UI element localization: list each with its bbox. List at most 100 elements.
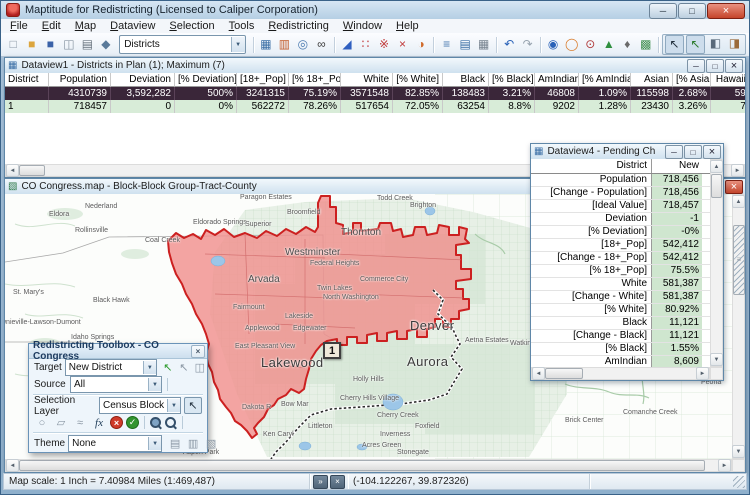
select-region-icon[interactable]: ⊙ (582, 36, 599, 53)
column-header[interactable]: [% AmIndian] (579, 73, 631, 87)
dataview4-close-button[interactable] (703, 145, 721, 159)
theme-combo[interactable]: None (68, 435, 162, 452)
table-row[interactable]: AmIndian8,609 (531, 356, 710, 367)
pointer-tool-icon[interactable]: ↖ (665, 35, 684, 54)
pie-theme-icon[interactable]: ◑ (413, 36, 430, 53)
apply-icon[interactable]: ✓ (126, 416, 139, 429)
column-header[interactable]: Asian (631, 73, 673, 87)
column-header[interactable]: Hawaiian (711, 73, 745, 87)
pin-icon[interactable]: ♦ (619, 36, 636, 53)
polyline-select-icon[interactable]: ≈ (72, 415, 88, 430)
column-header[interactable]: [% White] (393, 73, 443, 87)
theme-map-icon[interactable]: ▧ (203, 436, 219, 451)
menu-item-map[interactable]: Map (68, 19, 103, 33)
column-header[interactable]: Deviation (111, 73, 175, 87)
layers-icon[interactable]: ≡ (438, 36, 455, 53)
selection-layer-combo[interactable]: Census Block (99, 397, 181, 414)
pointer-button[interactable]: ↖ (184, 397, 202, 414)
pointer-icon[interactable]: ↖ (185, 398, 201, 413)
remove-area-icon[interactable]: ◨ (726, 35, 743, 52)
dataview4-minimize-button[interactable] (665, 145, 683, 159)
dataview1-titlebar[interactable]: Dataview1 - Districts in Plan (1); Maxim… (5, 58, 745, 74)
map-vscrollbar[interactable]: ▲ ▼ (732, 194, 745, 459)
dataview4-hscrollbar[interactable]: ◄ ► (531, 367, 710, 380)
print-icon[interactable]: ▤ (79, 36, 96, 53)
add-area-icon[interactable]: ◧ (707, 35, 724, 52)
column-header[interactable]: Population (49, 73, 111, 87)
dataview1-close-button[interactable] (725, 59, 743, 73)
undo-icon[interactable]: ↶ (501, 36, 518, 53)
column-header[interactable]: [% Deviation] (175, 73, 237, 87)
dataview1-minimize-button[interactable] (687, 59, 705, 73)
toolbox-close-button[interactable] (191, 345, 205, 358)
redo-icon[interactable]: ↷ (519, 36, 536, 53)
column-header[interactable]: White (341, 73, 393, 87)
expand-icon[interactable]: » (313, 475, 328, 489)
plan-combo[interactable]: Districts (119, 35, 245, 54)
symbol-theme-icon[interactable]: ※ (376, 36, 393, 53)
dataview4-maximize-button[interactable] (684, 145, 702, 159)
column-header[interactable]: District (5, 73, 49, 87)
dataview4-vscrollbar[interactable]: ▲ ▼ (710, 159, 723, 367)
menu-item-dataview[interactable]: Dataview (103, 19, 162, 33)
map-hscrollbar[interactable]: ◄ ► (5, 459, 732, 472)
info-icon[interactable]: ◉ (545, 36, 562, 53)
settings-icon[interactable]: ◆ (98, 36, 115, 53)
menu-item-help[interactable]: Help (389, 19, 426, 33)
menu-item-file[interactable]: File (3, 19, 35, 33)
theme-save-icon[interactable]: ▥ (185, 436, 201, 451)
dataview1-header-row[interactable]: DistrictPopulationDeviation[% Deviation]… (5, 73, 745, 87)
scaled-symbol-icon[interactable]: × (394, 36, 411, 53)
open-folder-icon[interactable]: ■ (24, 36, 41, 53)
link-icon[interactable]: ◎ (295, 36, 312, 53)
export-icon[interactable]: ◫ (61, 36, 78, 53)
table-row[interactable]: [Change - 18+_Pop]542,412 (531, 252, 710, 265)
menu-item-tools[interactable]: Tools (222, 19, 262, 33)
menu-item-edit[interactable]: Edit (35, 19, 68, 33)
app-titlebar[interactable]: Maptitude for Redistricting (Licensed to… (0, 0, 750, 20)
map-close-button[interactable] (725, 180, 743, 194)
close-icon[interactable]: × (330, 475, 345, 489)
formula-icon[interactable]: fx (91, 415, 107, 430)
form-icon[interactable]: ▤ (457, 36, 474, 53)
close-button[interactable] (707, 3, 745, 19)
column-header[interactable]: AmIndian (535, 73, 579, 87)
table-row[interactable]: [% 18+_Pop]75.5% (531, 265, 710, 278)
source-combo[interactable]: All (70, 376, 162, 393)
table-row[interactable]: Deviation-1 (531, 213, 710, 226)
dot-density-icon[interactable]: ∷ (357, 36, 374, 53)
table-row[interactable]: [Change - Population]718,456 (531, 187, 710, 200)
column-header[interactable]: [% 18+_Pop] (289, 73, 341, 87)
table-row[interactable]: [% Deviation]-0% (531, 226, 710, 239)
table-row[interactable]: 43107393,592,282500%324131575.19%3571548… (5, 87, 745, 100)
table-row[interactable]: Black11,121 (531, 317, 710, 330)
set-target-icon[interactable]: ↖ (160, 360, 176, 375)
target-list-icon[interactable]: ◫ (192, 360, 208, 375)
polygon-select-icon[interactable]: ▱ (53, 415, 69, 430)
save-icon[interactable]: ■ (42, 36, 59, 53)
select-zoom-icon[interactable] (150, 417, 162, 429)
menu-item-redistricting[interactable]: Redistricting (261, 19, 336, 33)
column-header[interactable]: [% Black] (489, 73, 535, 87)
select-circle-icon[interactable]: ◯ (563, 36, 580, 53)
column-header[interactable]: [% Asian] (673, 73, 711, 87)
column-header[interactable]: Black (443, 73, 489, 87)
column-header[interactable]: [18+_Pop] (237, 73, 289, 87)
ellipse-select-icon[interactable]: ○ (34, 415, 50, 430)
dataview-icon[interactable]: ▦ (258, 36, 275, 53)
table-row[interactable]: White581,387 (531, 278, 710, 291)
dataview4-titlebar[interactable]: Dataview4 - Pending Ch... (531, 144, 723, 160)
table-row[interactable]: [Change - Black]11,121 (531, 330, 710, 343)
theme-list-icon[interactable]: ▤ (167, 436, 183, 451)
menu-item-window[interactable]: Window (336, 19, 389, 33)
select-pointer-icon[interactable]: ↖ (686, 35, 705, 54)
table-row[interactable]: 171845700%56227278.26%51765472.05%632548… (5, 100, 745, 113)
print-map-icon[interactable]: ▦ (475, 36, 492, 53)
chart-frame-icon[interactable]: ▥ (276, 36, 293, 53)
resize-grip[interactable] (733, 476, 745, 488)
table-row[interactable]: [Change - White]581,387 (531, 291, 710, 304)
table-row[interactable]: [Ideal Value]718,457 (531, 200, 710, 213)
table-row[interactable]: [18+_Pop]542,412 (531, 239, 710, 252)
table-row[interactable]: [% White]80.92% (531, 304, 710, 317)
area-chart-icon[interactable]: ▲ (601, 36, 618, 53)
